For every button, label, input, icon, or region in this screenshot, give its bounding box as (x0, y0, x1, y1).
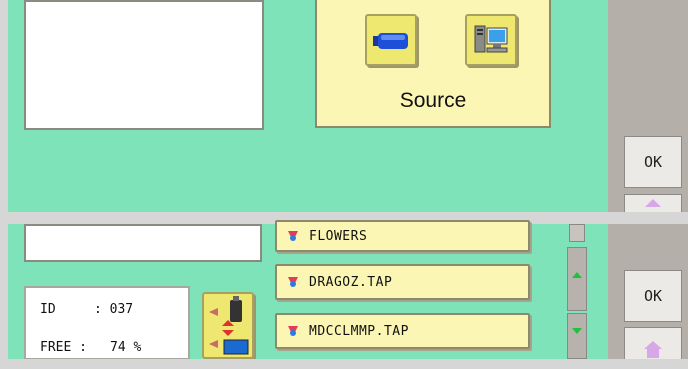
embroidery-file-icon (285, 274, 301, 290)
free-label: FREE : (40, 340, 87, 355)
file-item[interactable]: FLOWERS (275, 220, 530, 252)
usb-source-button[interactable] (365, 14, 417, 66)
memory-info-box: ID : 037 FREE : 74 % (24, 286, 190, 360)
home-icon (645, 199, 661, 207)
bottom-ok-button[interactable]: OK (624, 270, 682, 322)
top-ok-button[interactable]: OK (624, 136, 682, 188)
computer-source-button[interactable] (465, 14, 517, 66)
scroll-down-button[interactable] (567, 313, 587, 359)
id-value: : 037 (94, 302, 134, 317)
bottom-preview-area (24, 224, 262, 262)
file-item[interactable]: MDCCLMMP.TAP (275, 313, 530, 349)
source-label: Source (399, 89, 467, 112)
computer-icon (474, 25, 508, 53)
scroll-up-button[interactable] (567, 247, 587, 311)
free-value: 74 % (110, 340, 142, 355)
scroll-track (569, 224, 585, 242)
id-label: ID (40, 302, 56, 317)
embroidery-file-icon (285, 228, 301, 244)
usb-drive-icon (373, 33, 408, 49)
top-preview-area (24, 0, 264, 130)
file-item[interactable]: DRAGOZ.TAP (275, 264, 530, 300)
source-selection-panel: Source (315, 0, 551, 128)
arrow-down-icon (572, 328, 582, 334)
bottom-edge (0, 359, 688, 369)
embroidery-file-icon (285, 323, 301, 339)
arrow-up-icon (572, 272, 582, 278)
file-name: MDCCLMMP.TAP (309, 323, 409, 339)
file-name: FLOWERS (309, 228, 368, 244)
home-icon (644, 341, 662, 358)
file-name: DRAGOZ.TAP (309, 274, 393, 290)
transfer-usb-to-machine-icon (209, 296, 249, 355)
top-home-button[interactable] (624, 194, 682, 214)
transfer-button[interactable] (202, 292, 254, 359)
